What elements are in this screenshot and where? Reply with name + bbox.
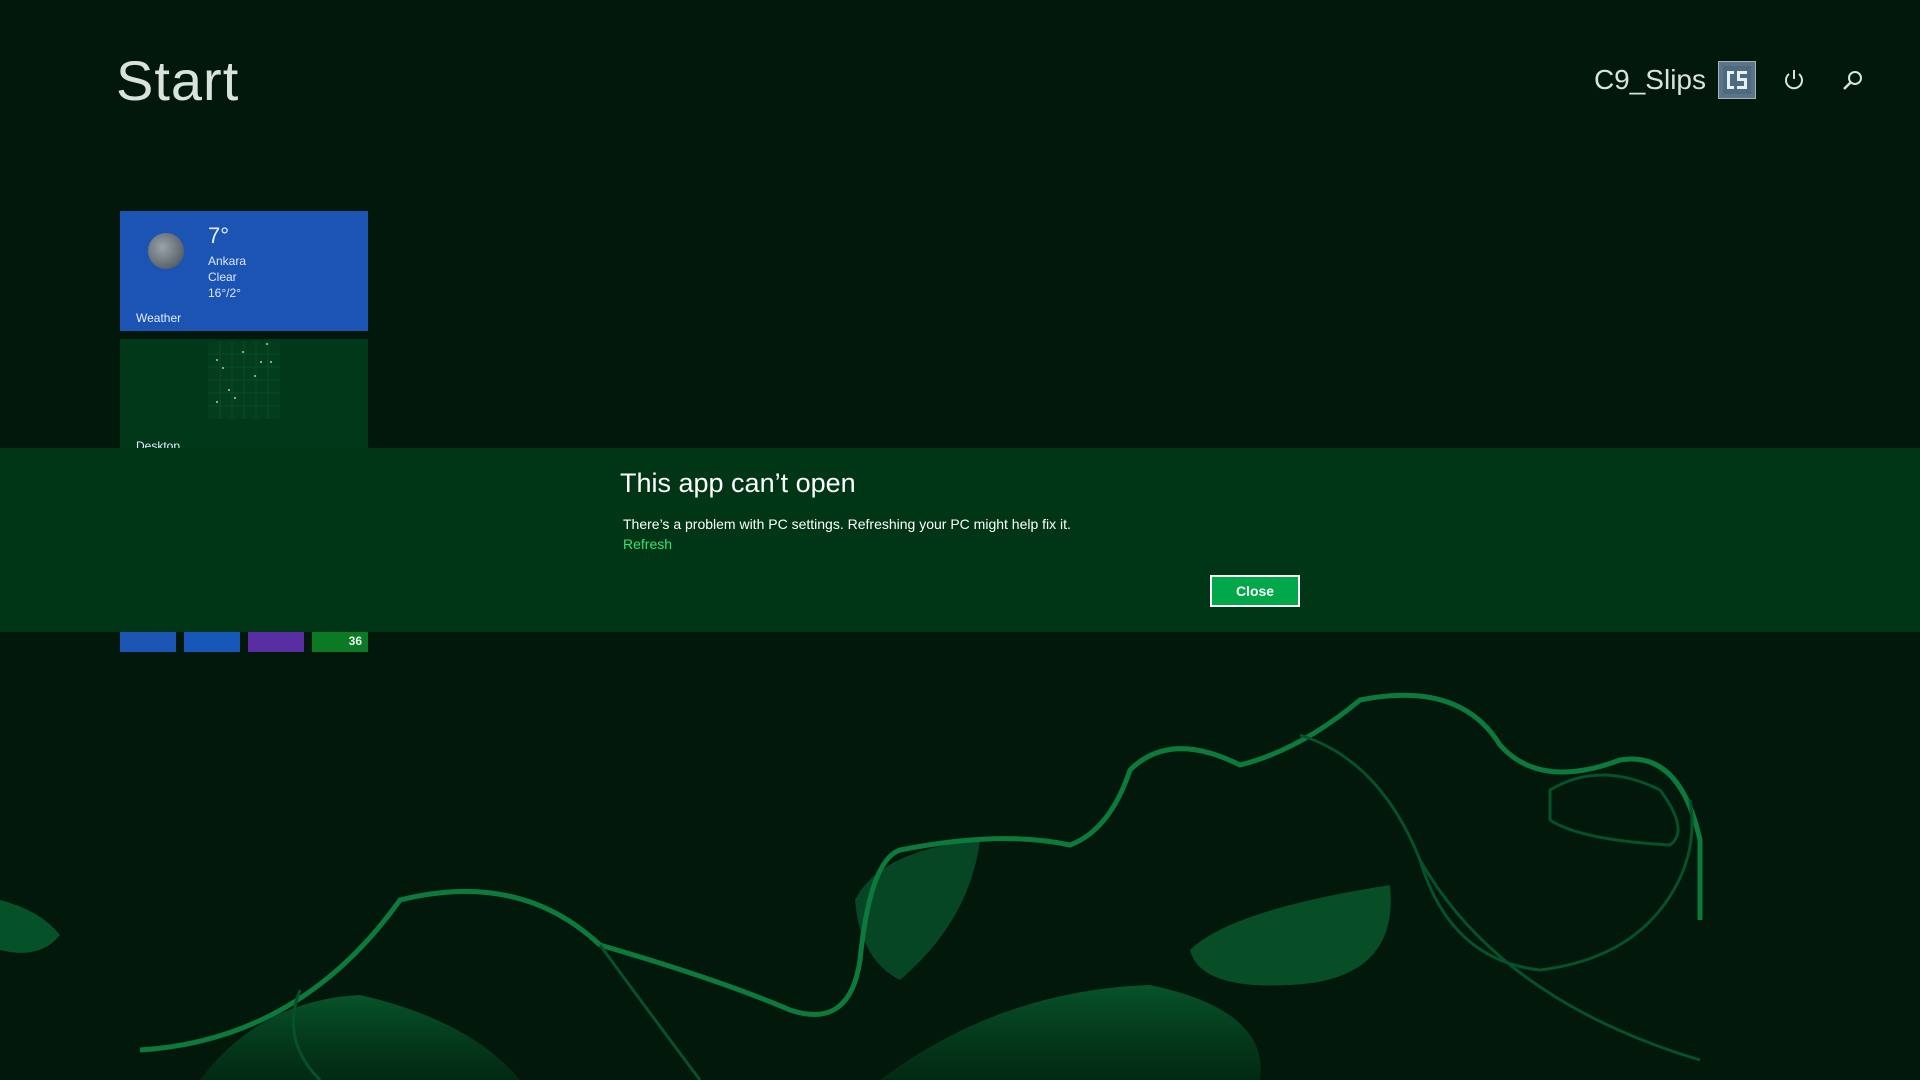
weather-temperature: 7° xyxy=(208,223,230,248)
power-icon[interactable] xyxy=(1780,66,1808,94)
desktop-thumbnail xyxy=(208,341,280,419)
search-icon[interactable] xyxy=(1839,66,1867,94)
dialog-title: This app can’t open xyxy=(620,468,856,498)
tile-label-weather: Weather xyxy=(136,311,182,325)
moon-icon xyxy=(148,233,184,269)
refresh-link[interactable]: Refresh xyxy=(623,536,672,552)
tile-desktop[interactable]: Desktop xyxy=(120,339,368,449)
dialog-message: There’s a problem with PC settings. Refr… xyxy=(623,516,1071,532)
error-dialog: This app can’t open There’s a problem wi… xyxy=(0,448,1920,632)
tile-badge-count: 36 xyxy=(348,634,362,648)
avatar-icon[interactable] xyxy=(1718,61,1756,99)
start-screen: Start C9_Slips 7° Ankara Clear 16°/2° We… xyxy=(0,0,1920,1080)
weather-city: Ankara xyxy=(208,254,247,268)
page-title: Start xyxy=(116,49,240,112)
close-button[interactable]: Close xyxy=(1210,575,1300,607)
weather-range: 16°/2° xyxy=(208,286,241,300)
tile-weather[interactable]: 7° Ankara Clear 16°/2° Weather xyxy=(120,211,368,331)
weather-condition: Clear xyxy=(208,270,237,284)
avatar-glyph-icon xyxy=(1723,66,1751,94)
user-name[interactable]: C9_Slips xyxy=(1594,64,1706,96)
user-account[interactable]: C9_Slips xyxy=(1594,60,1756,100)
